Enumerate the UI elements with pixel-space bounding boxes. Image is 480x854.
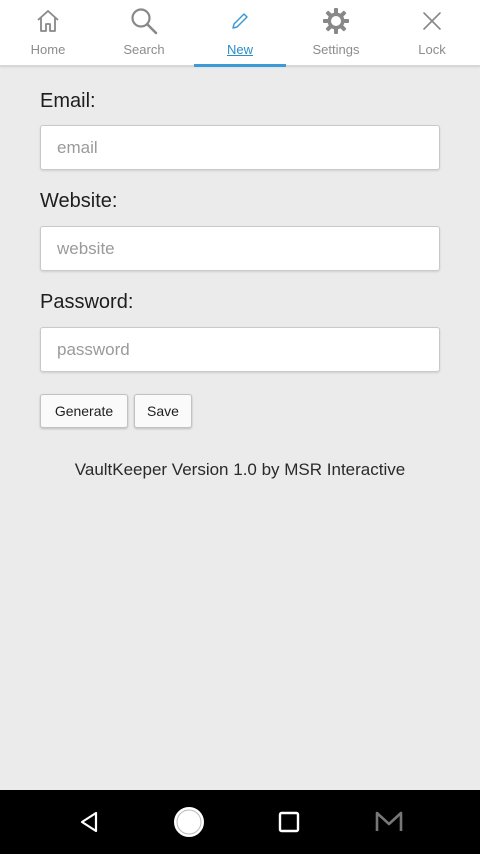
tab-settings-label: Settings xyxy=(312,42,360,57)
save-button[interactable]: Save xyxy=(134,394,192,428)
home-circle-icon[interactable] xyxy=(171,804,207,840)
app-root: Home Search New Settings Lock Email: ema… xyxy=(0,0,480,854)
website-field[interactable] xyxy=(40,226,440,271)
version-text: VaultKeeper Version 1.0 by MSR Interacti… xyxy=(74,460,406,479)
home-icon xyxy=(33,6,63,36)
tab-lock[interactable]: Lock xyxy=(384,0,480,66)
tab-settings[interactable]: Settings xyxy=(288,0,384,66)
recents-icon[interactable] xyxy=(271,804,307,840)
tab-new-label: New xyxy=(226,42,253,57)
gmail-icon[interactable] xyxy=(371,804,407,840)
tab-new[interactable]: New xyxy=(192,0,288,67)
gear-icon xyxy=(321,6,351,36)
generate-button[interactable]: Generate xyxy=(40,394,128,428)
email-field[interactable] xyxy=(40,125,440,170)
search-icon xyxy=(129,6,159,36)
email-label: Email: xyxy=(40,90,96,112)
password-field[interactable] xyxy=(40,327,440,372)
close-icon xyxy=(417,6,447,36)
website-label: Website: xyxy=(40,190,118,212)
tab-home-label: Home xyxy=(30,42,66,57)
password-label: Password: xyxy=(40,291,134,313)
tab-bar: Home Search New Settings Lock xyxy=(0,0,480,67)
tab-home[interactable]: Home xyxy=(0,0,96,66)
pencil-icon xyxy=(225,6,255,36)
tab-lock-label: Lock xyxy=(418,42,446,57)
system-nav-bar xyxy=(0,790,480,854)
tab-search-label: Search xyxy=(123,42,165,57)
tab-search[interactable]: Search xyxy=(96,0,192,66)
back-icon[interactable] xyxy=(71,804,107,840)
